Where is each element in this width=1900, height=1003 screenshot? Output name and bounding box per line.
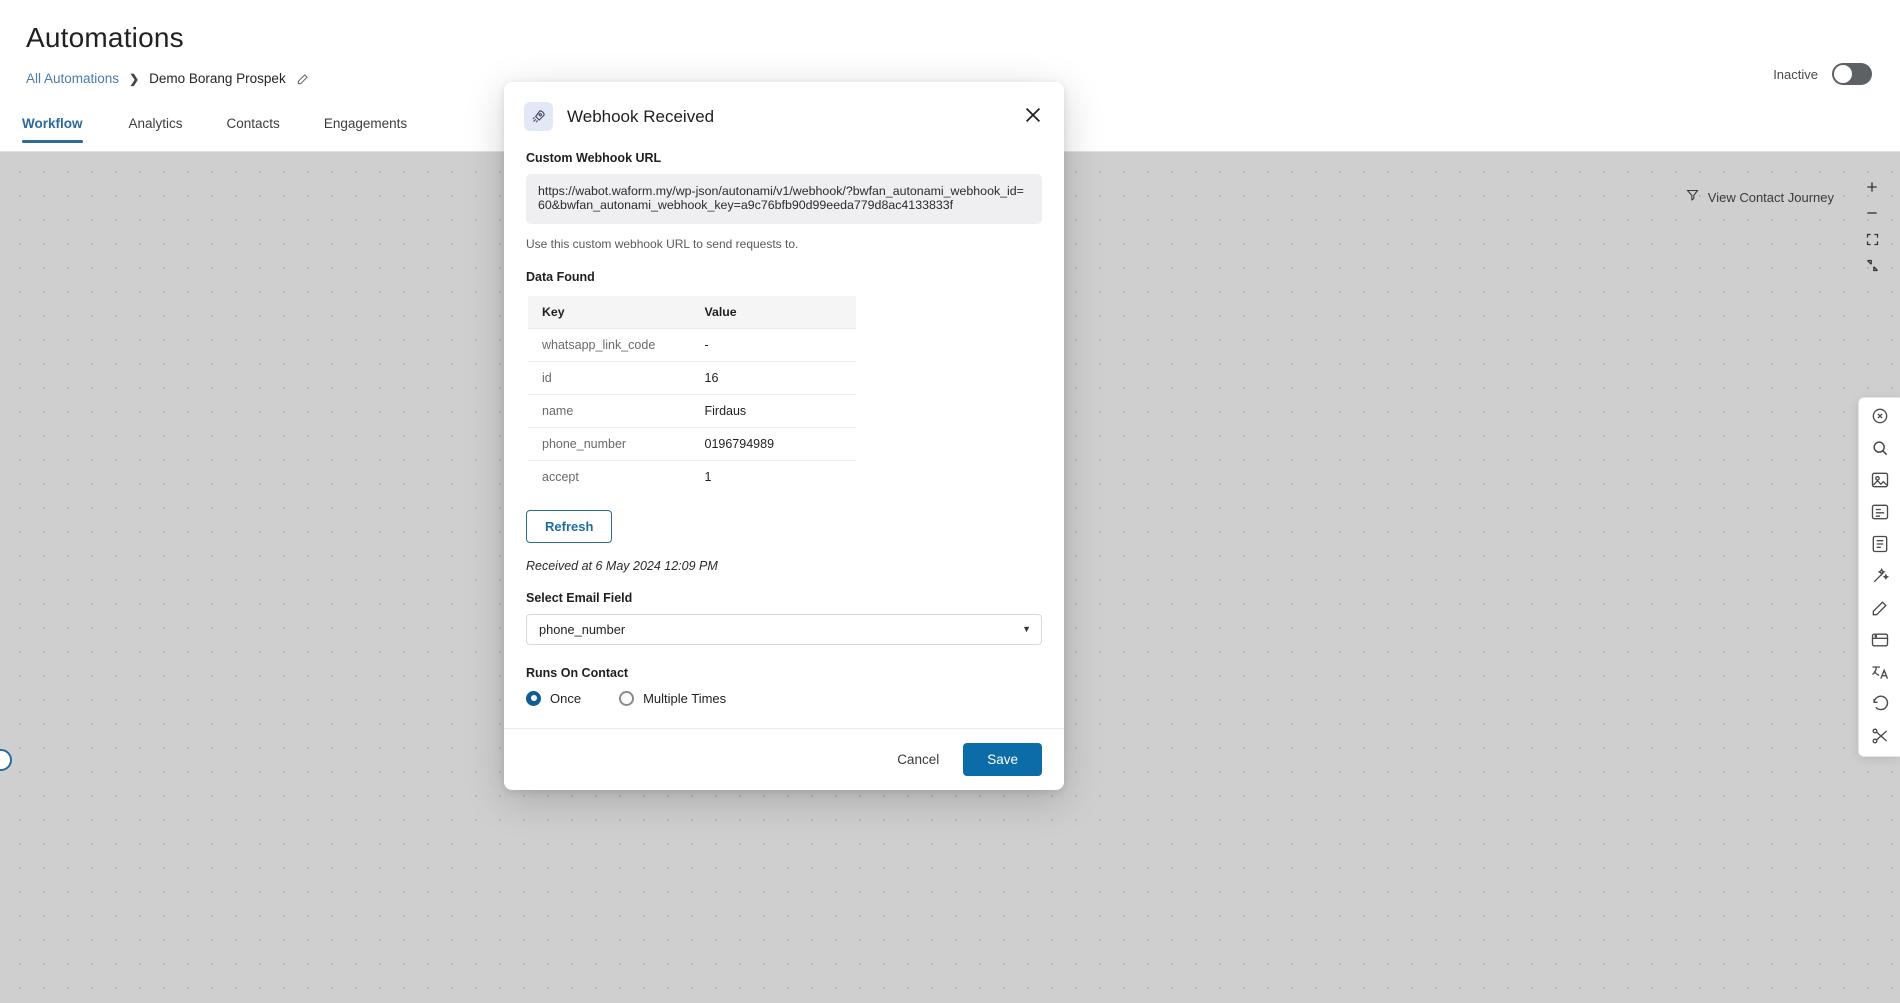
row-key: phone_number xyxy=(528,427,691,461)
select-email-field-value: phone_number xyxy=(539,621,626,637)
webhook-url-label: Custom Webhook URL xyxy=(526,151,662,165)
row-value: 1 xyxy=(704,469,712,484)
table-row: accept 1 xyxy=(528,460,856,493)
runs-on-contact-label: Runs On Contact xyxy=(526,665,629,680)
table-row: phone_number 0196794989 xyxy=(528,427,856,461)
table-header-row: Key Value xyxy=(528,295,856,329)
received-timestamp: Received at 6 May 2024 12:09 PM xyxy=(526,558,718,573)
radio-label-multiple-times: Multiple Times xyxy=(643,690,727,706)
modal-title: Webhook Received xyxy=(567,106,715,126)
close-icon[interactable] xyxy=(1022,104,1044,126)
webhook-url-value[interactable]: https://wabot.waform.my/wp-json/autonami… xyxy=(526,174,1042,224)
save-button[interactable]: Save xyxy=(963,742,1042,776)
radio-label-once: Once xyxy=(550,690,582,706)
modal-header: Webhook Received xyxy=(504,82,1064,137)
table-row: name Firdaus xyxy=(528,394,856,428)
row-key: id xyxy=(528,361,691,395)
refresh-button[interactable]: Refresh xyxy=(526,509,613,543)
select-email-field-label: Select Email Field xyxy=(526,590,633,605)
webhook-received-modal: Webhook Received Custom Webhook URL http… xyxy=(504,82,1064,790)
row-value: 16 xyxy=(690,361,856,395)
data-found-label: Data Found xyxy=(526,269,595,284)
row-key: name xyxy=(528,394,691,428)
row-value: 0196794989 xyxy=(690,427,856,461)
column-header-key: Key xyxy=(528,295,691,329)
radio-option-once[interactable]: Once xyxy=(526,690,582,706)
modal-body: Custom Webhook URL https://wabot.waform.… xyxy=(504,137,1064,728)
radio-button-once[interactable] xyxy=(526,690,541,706)
row-key: accept xyxy=(542,469,579,484)
chevron-down-icon: ▼ xyxy=(1022,624,1031,635)
row-value: - xyxy=(690,328,856,362)
modal-footer: Cancel Save xyxy=(504,727,1064,790)
runs-on-contact-radio-group: Once Multiple Times xyxy=(526,690,1042,706)
radio-option-multiple-times[interactable]: Multiple Times xyxy=(619,690,727,706)
rocket-icon xyxy=(524,102,553,131)
cancel-button[interactable]: Cancel xyxy=(891,744,945,775)
select-email-field-dropdown[interactable]: phone_number ▼ xyxy=(526,613,1042,645)
column-header-value: Value xyxy=(690,295,856,329)
table-row: id 16 xyxy=(528,361,856,395)
app-root: Automations All Automations ❯ Demo Boran… xyxy=(0,0,1900,1003)
modal-overlay: Webhook Received Custom Webhook URL http… xyxy=(0,0,1900,1003)
radio-button-multiple-times[interactable] xyxy=(619,690,635,706)
table-row: whatsapp_link_code - xyxy=(528,328,856,362)
webhook-url-hint: Use this custom webhook URL to send requ… xyxy=(526,236,799,251)
row-value: Firdaus xyxy=(690,394,856,428)
row-key: whatsapp_link_code xyxy=(528,328,691,362)
data-found-table: Key Value whatsapp_link_code - id 16 nam… xyxy=(527,294,857,494)
